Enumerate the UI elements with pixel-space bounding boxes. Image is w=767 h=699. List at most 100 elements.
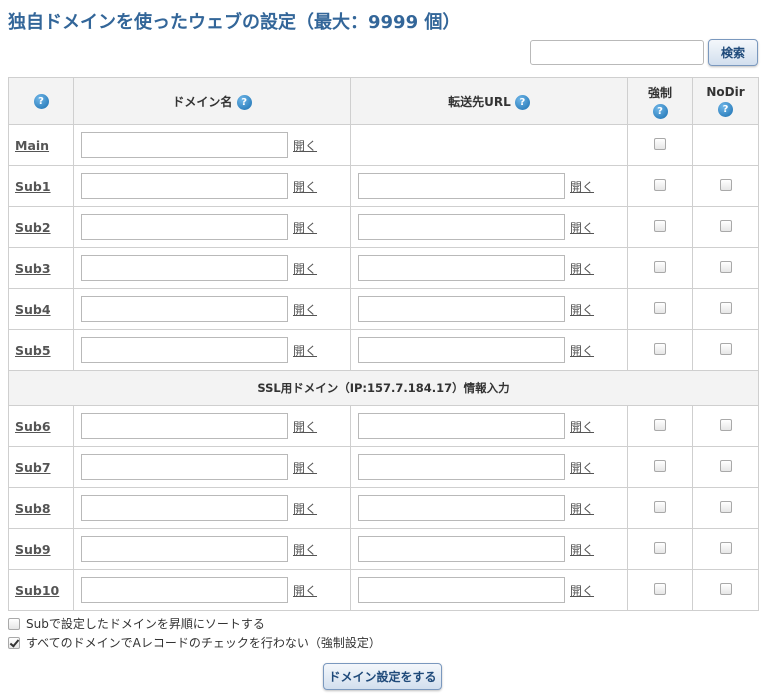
help-icon[interactable]: ?: [718, 102, 733, 117]
col-force: 強制 ?: [627, 77, 693, 125]
sort-checkbox[interactable]: [8, 617, 20, 630]
nodir-checkbox[interactable]: [719, 418, 732, 431]
force-checkbox[interactable]: [654, 137, 666, 150]
nodir-checkbox[interactable]: [719, 342, 732, 355]
no-a-record-check-checkbox[interactable]: [8, 636, 20, 649]
open-link[interactable]: 開く: [293, 500, 317, 517]
sub-link[interactable]: Sub7: [9, 460, 51, 475]
domain-input[interactable]: [81, 454, 288, 480]
domain-input[interactable]: [81, 536, 288, 562]
nodir-checkbox[interactable]: [719, 260, 732, 273]
col-redirect-url: 転送先URL ?: [350, 77, 628, 125]
open-link[interactable]: 開く: [570, 301, 594, 318]
nodir-checkbox[interactable]: [719, 541, 732, 554]
domain-input[interactable]: [81, 296, 288, 322]
col-help: ?: [8, 77, 74, 125]
table-row: Sub8 開く 開く: [8, 487, 759, 529]
domain-input[interactable]: [81, 577, 288, 603]
help-icon[interactable]: ?: [236, 94, 252, 110]
open-link[interactable]: 開く: [293, 137, 317, 154]
options: Subで設定したドメインを昇順にソートする すべてのドメインでAレコードのチェッ…: [8, 614, 381, 652]
redirect-url-input[interactable]: [358, 255, 565, 281]
sub-link[interactable]: Sub6: [9, 419, 51, 434]
nodir-checkbox[interactable]: [719, 178, 732, 191]
main-link[interactable]: Main: [9, 138, 49, 153]
col-redirect-label: 転送先URL: [448, 94, 511, 109]
redirect-url-input[interactable]: [358, 214, 565, 240]
nodir-checkbox[interactable]: [719, 582, 732, 595]
force-checkbox[interactable]: [654, 500, 666, 513]
domain-input[interactable]: [81, 413, 288, 439]
force-checkbox[interactable]: [654, 418, 666, 431]
search-button[interactable]: 検索: [708, 39, 758, 66]
open-link[interactable]: 開く: [293, 178, 317, 195]
redirect-url-input[interactable]: [358, 577, 565, 603]
open-link[interactable]: 開く: [570, 500, 594, 517]
sub-link[interactable]: Sub4: [9, 302, 51, 317]
open-link[interactable]: 開く: [570, 582, 594, 599]
sub-link[interactable]: Sub9: [9, 542, 51, 557]
domain-input[interactable]: [81, 255, 288, 281]
domain-input[interactable]: [81, 214, 288, 240]
redirect-url-input[interactable]: [358, 454, 565, 480]
help-icon[interactable]: ?: [514, 94, 530, 110]
open-link[interactable]: 開く: [293, 418, 317, 435]
redirect-url-input[interactable]: [358, 337, 565, 363]
open-link[interactable]: 開く: [570, 418, 594, 435]
open-link[interactable]: 開く: [293, 219, 317, 236]
force-checkbox[interactable]: [654, 582, 666, 595]
force-checkbox[interactable]: [654, 301, 666, 314]
table-row: Sub5 開く 開く: [8, 329, 759, 371]
domain-input[interactable]: [81, 337, 288, 363]
help-icon[interactable]: ?: [33, 93, 49, 109]
table-row: Sub9 開く 開く: [8, 528, 759, 570]
force-checkbox[interactable]: [654, 541, 666, 554]
force-checkbox[interactable]: [654, 219, 666, 232]
sub-link[interactable]: Sub5: [9, 343, 51, 358]
open-link[interactable]: 開く: [570, 178, 594, 195]
domain-table: ? ドメイン名 ? 転送先URL ? 強制 ? NoDir ? Main 開く …: [8, 77, 759, 611]
open-link[interactable]: 開く: [570, 342, 594, 359]
force-checkbox[interactable]: [654, 459, 666, 472]
sub-link[interactable]: Sub3: [9, 261, 51, 276]
open-link[interactable]: 開く: [293, 260, 317, 277]
redirect-url-input[interactable]: [358, 173, 565, 199]
force-checkbox[interactable]: [654, 342, 666, 355]
open-link[interactable]: 開く: [293, 342, 317, 359]
open-link[interactable]: 開く: [293, 582, 317, 599]
nodir-checkbox[interactable]: [719, 500, 732, 513]
redirect-url-input[interactable]: [358, 495, 565, 521]
sub-link[interactable]: Sub10: [9, 583, 59, 598]
redirect-url-input[interactable]: [358, 536, 565, 562]
open-link[interactable]: 開く: [570, 541, 594, 558]
col-domain-name: ドメイン名 ?: [73, 77, 351, 125]
nodir-checkbox[interactable]: [719, 459, 732, 472]
open-link[interactable]: 開く: [293, 459, 317, 476]
open-link[interactable]: 開く: [293, 541, 317, 558]
submit-domain-settings-button[interactable]: ドメイン設定をする: [323, 663, 442, 690]
sub-link[interactable]: Sub2: [9, 220, 51, 235]
domain-input[interactable]: [81, 173, 288, 199]
main-nodir-empty: [692, 124, 759, 166]
open-link[interactable]: 開く: [293, 301, 317, 318]
nodir-checkbox[interactable]: [719, 301, 732, 314]
open-link[interactable]: 開く: [570, 260, 594, 277]
redirect-url-input[interactable]: [358, 413, 565, 439]
nodir-checkbox[interactable]: [719, 219, 732, 232]
col-nodir-label: NoDir: [706, 85, 745, 99]
col-domain-label: ドメイン名: [172, 94, 233, 109]
open-link[interactable]: 開く: [570, 459, 594, 476]
force-checkbox[interactable]: [654, 178, 666, 191]
main-domain-input[interactable]: [81, 132, 288, 158]
help-icon[interactable]: ?: [652, 103, 668, 119]
table-header-row: ? ドメイン名 ? 転送先URL ? 強制 ? NoDir ?: [8, 77, 759, 125]
table-row: Sub6 開く 開く: [8, 405, 759, 447]
redirect-url-input[interactable]: [358, 296, 565, 322]
search-input[interactable]: [530, 40, 704, 65]
force-checkbox[interactable]: [654, 260, 666, 273]
sub-link[interactable]: Sub1: [9, 179, 51, 194]
no-a-record-check-label: すべてのドメインでAレコードのチェックを行わない（強制設定）: [26, 636, 381, 650]
domain-input[interactable]: [81, 495, 288, 521]
open-link[interactable]: 開く: [570, 219, 594, 236]
sub-link[interactable]: Sub8: [9, 501, 51, 516]
